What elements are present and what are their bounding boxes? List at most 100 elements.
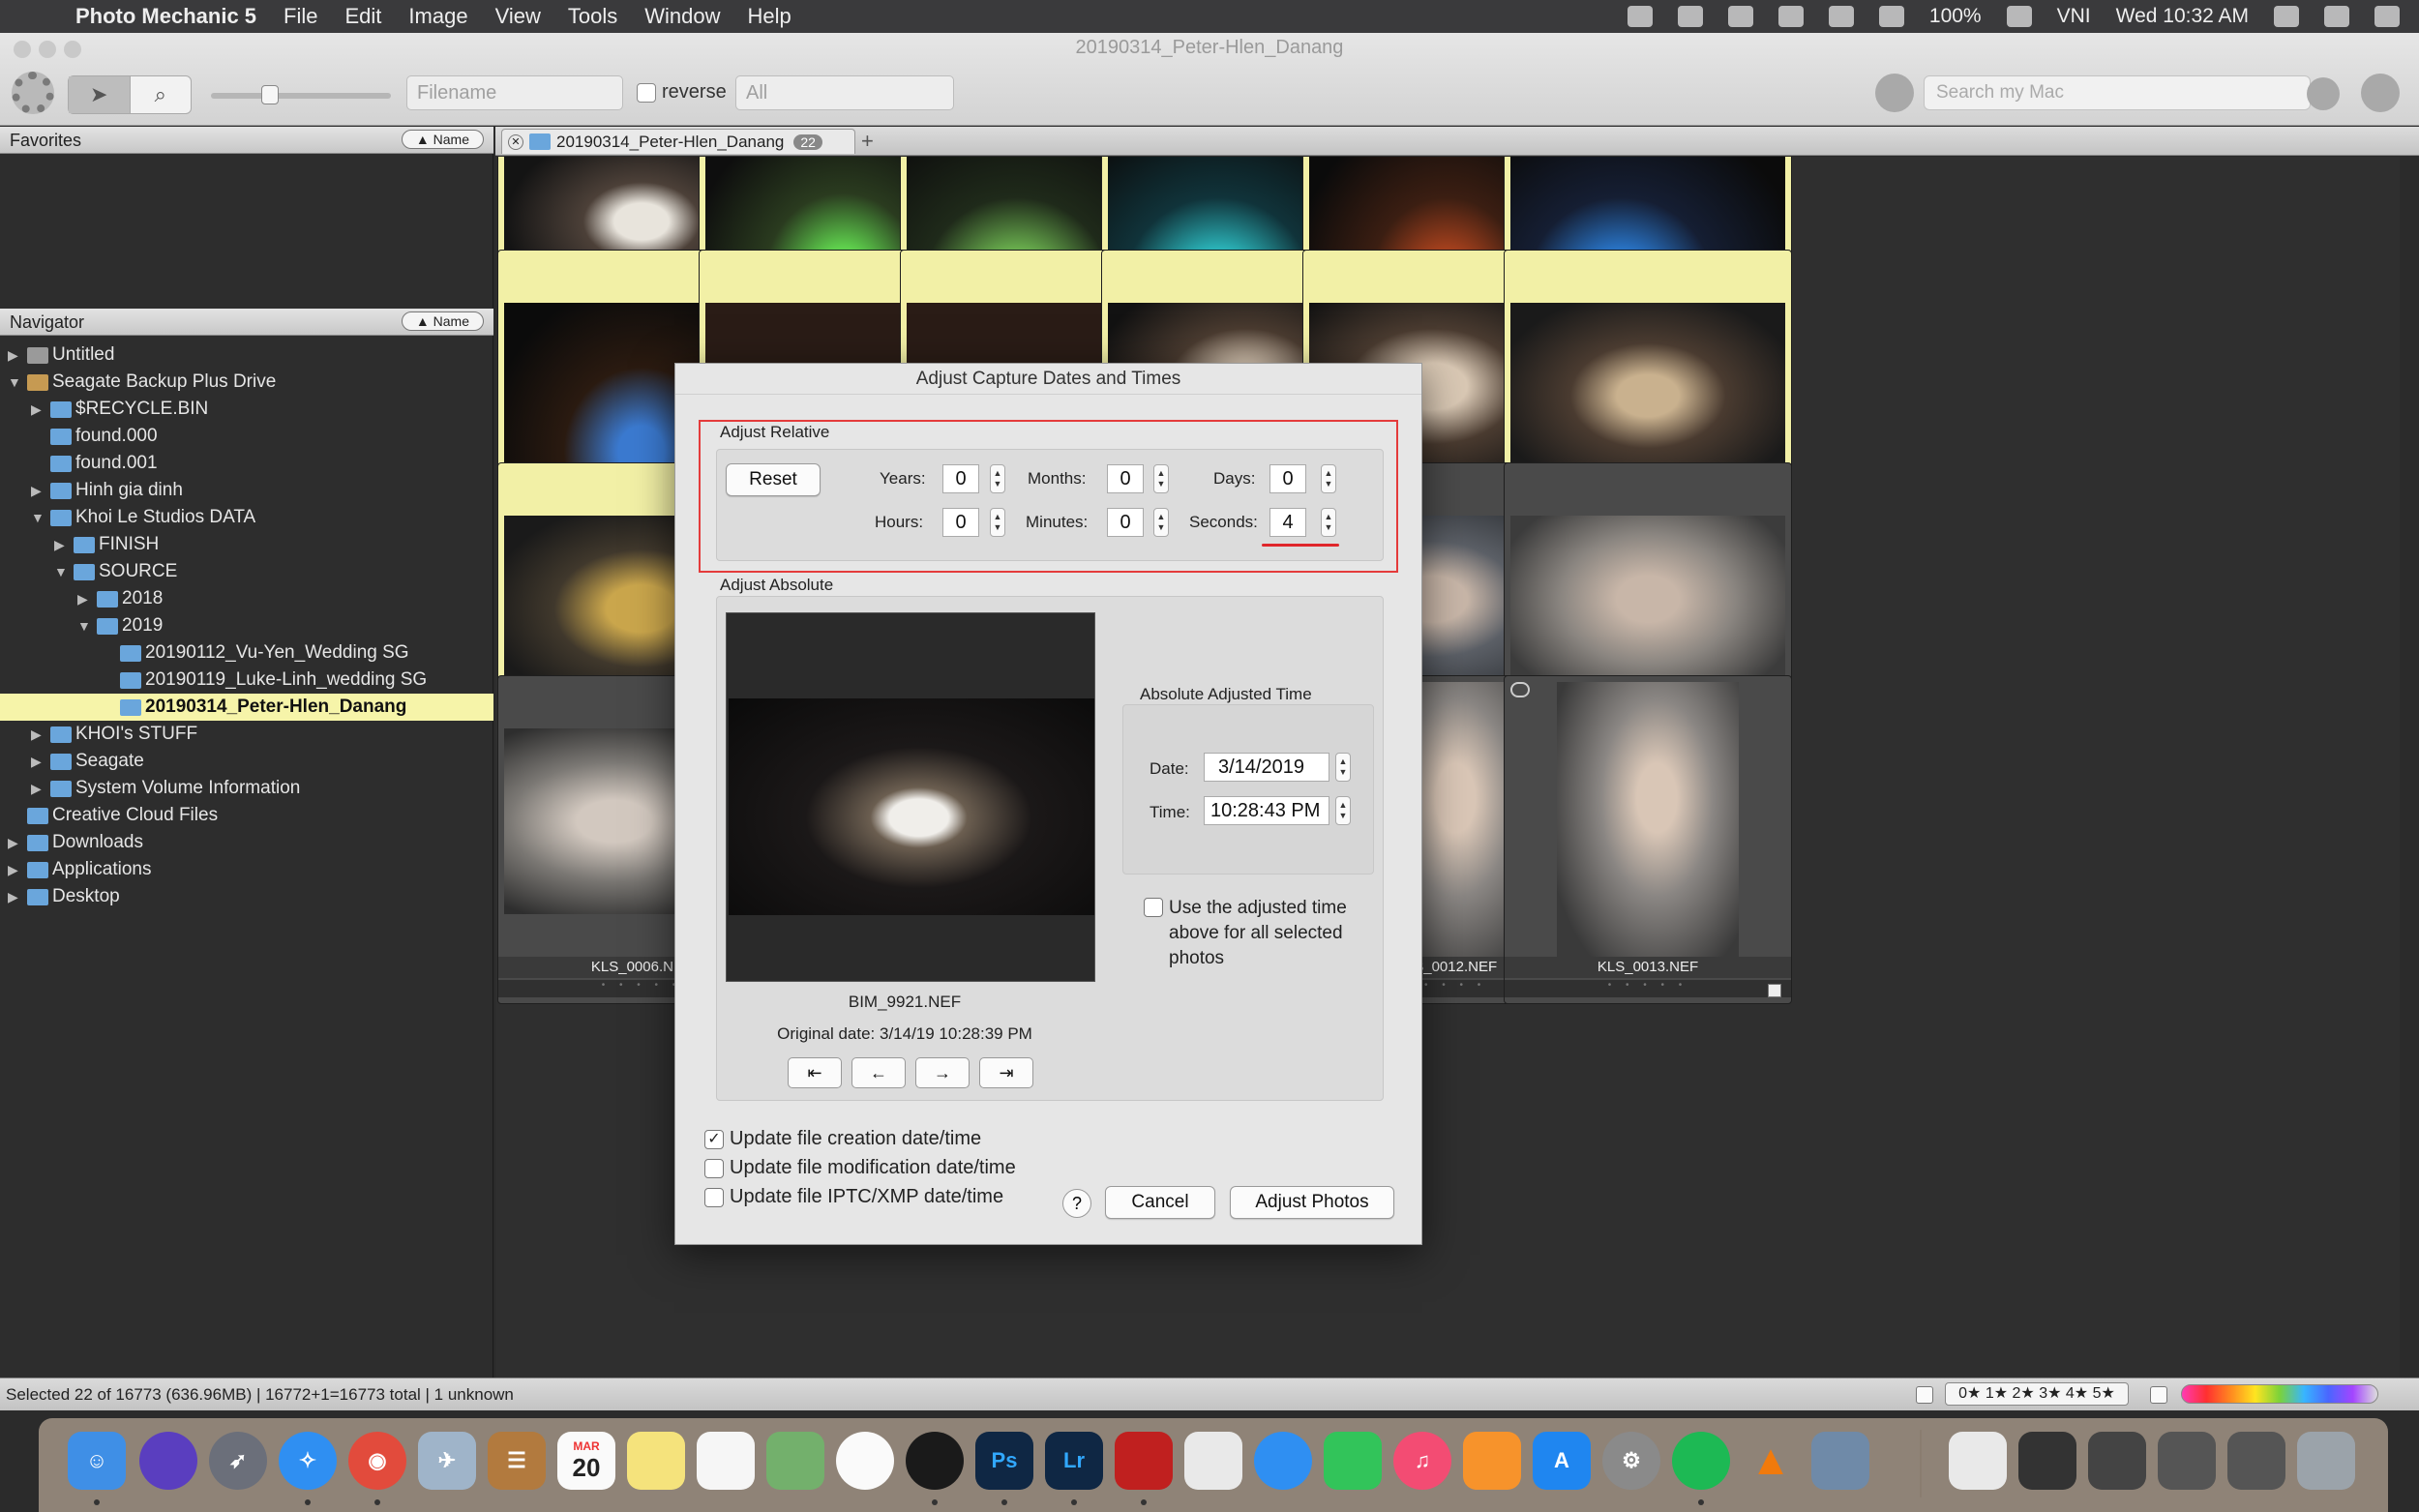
tree-item-system-volume[interactable]: ▶ System Volume Information xyxy=(0,775,493,802)
tree-item-khoi-le-studios[interactable]: ▼ Khoi Le Studios DATA xyxy=(0,504,493,531)
mail-icon[interactable]: ✈ xyxy=(418,1432,476,1490)
tree-item-untitled[interactable]: ▶ Untitled xyxy=(0,341,493,369)
lightroom-icon[interactable]: Lr xyxy=(1045,1432,1103,1490)
days-stepper[interactable]: ▲ ▼ xyxy=(1321,464,1336,493)
upload-icon[interactable] xyxy=(2361,74,2400,112)
menu-file[interactable]: File xyxy=(284,4,317,29)
color-wheel-icon[interactable] xyxy=(906,1432,964,1490)
tree-item-found-000[interactable]: found.000 xyxy=(0,423,493,450)
rotate-icon[interactable] xyxy=(1510,682,1530,697)
update-creation-checkbox[interactable]: ✓ xyxy=(704,1130,724,1149)
app-store-icon[interactable]: A xyxy=(1533,1432,1591,1490)
maps-icon[interactable] xyxy=(766,1432,824,1490)
menubar-clock[interactable]: Wed 10:32 AM xyxy=(2116,5,2249,28)
thumbnail-image[interactable] xyxy=(1510,516,1785,701)
calendar-icon[interactable]: MAR 20 xyxy=(557,1432,615,1490)
siri-icon[interactable] xyxy=(139,1432,197,1490)
close-tab-icon[interactable]: ✕ xyxy=(508,133,523,150)
thumbnail-cell[interactable]: KLS_0013.NEF • • • • • xyxy=(1504,675,1792,1004)
vlc-icon[interactable]: ▲ xyxy=(1742,1432,1800,1490)
input-source[interactable]: VNI xyxy=(2057,5,2091,28)
messenger-icon[interactable] xyxy=(1254,1432,1312,1490)
hours-field[interactable]: 0 xyxy=(942,508,979,537)
tree-item-finish[interactable]: ▶ FINISH xyxy=(0,531,493,558)
gear-icon[interactable] xyxy=(12,72,54,114)
thumbnail-image[interactable] xyxy=(1557,682,1739,972)
arrow-tool-icon[interactable]: ➤ xyxy=(69,76,131,113)
drive-icon[interactable] xyxy=(1727,6,1753,27)
previous-photo-button[interactable]: ← xyxy=(851,1057,906,1088)
minimized-window-icon[interactable] xyxy=(2158,1432,2216,1490)
tree-item-found-001[interactable]: found.001 xyxy=(0,450,493,477)
days-field[interactable]: 0 xyxy=(1269,464,1306,493)
trash-icon[interactable] xyxy=(2297,1432,2355,1490)
tag-checkbox[interactable] xyxy=(1768,984,1781,997)
shield-icon[interactable] xyxy=(1777,6,1804,27)
rating-filter-checkbox[interactable] xyxy=(1916,1386,1933,1404)
tree-item-2018[interactable]: ▶ 2018 xyxy=(0,585,493,612)
time-field[interactable]: 10:28:43 PM xyxy=(1204,796,1329,825)
notification-center-icon[interactable] xyxy=(2374,6,2400,27)
navigator-sort-button[interactable]: ▲ Name xyxy=(401,311,484,331)
help-button[interactable]: ? xyxy=(1062,1189,1091,1218)
disclosure-icon[interactable]: ▼ xyxy=(54,564,68,579)
tree-item-seagate[interactable]: ▶ Seagate xyxy=(0,748,493,775)
disclosure-icon[interactable]: ▶ xyxy=(8,862,21,878)
disclosure-icon[interactable]: ▶ xyxy=(77,591,91,608)
update-iptc-checkbox[interactable] xyxy=(704,1188,724,1207)
battery-icon[interactable] xyxy=(2006,6,2032,27)
minimized-window-icon[interactable] xyxy=(2088,1432,2146,1490)
months-field[interactable]: 0 xyxy=(1107,464,1144,493)
color-filter-checkbox[interactable] xyxy=(2150,1386,2167,1404)
system-preferences-icon[interactable]: ⚙ xyxy=(1602,1432,1660,1490)
reset-button[interactable]: Reset xyxy=(726,463,821,496)
thumbnail-size-slider[interactable] xyxy=(211,85,391,104)
siri-icon[interactable] xyxy=(2324,6,2349,27)
thumbnail-image[interactable] xyxy=(1510,303,1785,489)
menu-window[interactable]: Window xyxy=(644,4,720,29)
rating-filter[interactable]: 0★ 1★ 2★ 3★ 4★ 5★ xyxy=(1945,1382,2129,1406)
months-stepper[interactable]: ▲ ▼ xyxy=(1153,464,1169,493)
spotify-icon[interactable] xyxy=(1672,1432,1730,1490)
image-capture-icon[interactable] xyxy=(1811,1432,1869,1490)
safari-icon[interactable]: ✧ xyxy=(279,1432,337,1490)
disclosure-icon[interactable]: ▶ xyxy=(31,401,45,418)
sort-select[interactable]: Filename xyxy=(406,75,623,110)
contacts-icon[interactable]: ☰ xyxy=(488,1432,546,1490)
sq-app-icon[interactable] xyxy=(1184,1432,1242,1490)
battery-percent[interactable]: 100% xyxy=(1929,5,1982,28)
menu-tools[interactable]: Tools xyxy=(568,4,617,29)
years-stepper[interactable]: ▲ ▼ xyxy=(990,464,1005,493)
tree-item-downloads[interactable]: ▶ Downloads xyxy=(0,829,493,856)
tree-item-vu-yen[interactable]: 20190112_Vu-Yen_Wedding SG xyxy=(0,639,493,667)
magnifier-tool-icon[interactable]: ⌕ xyxy=(131,76,192,113)
status-icon[interactable] xyxy=(1627,6,1653,27)
minimized-window-icon[interactable] xyxy=(2227,1432,2285,1490)
wifi-icon[interactable] xyxy=(1878,6,1904,27)
spinner-icon[interactable] xyxy=(2307,77,2340,110)
disclosure-icon[interactable]: ▶ xyxy=(54,537,68,553)
last-photo-button[interactable]: ⇥ xyxy=(979,1057,1033,1088)
tab-peter-hlen[interactable]: ✕ 20190314_Peter-Hlen_Danang 22 xyxy=(501,129,855,154)
time-machine-icon[interactable] xyxy=(1828,6,1854,27)
chrome-icon[interactable]: ◉ xyxy=(348,1432,406,1490)
color-class-filter[interactable] xyxy=(2181,1384,2378,1404)
facetime-icon[interactable] xyxy=(1324,1432,1382,1490)
disclosure-icon[interactable]: ▼ xyxy=(8,374,21,390)
years-field[interactable]: 0 xyxy=(942,464,979,493)
hours-stepper[interactable]: ▲ ▼ xyxy=(990,508,1005,537)
photo-mechanic-icon[interactable] xyxy=(1115,1432,1173,1490)
finder-icon[interactable]: ☺ xyxy=(68,1432,126,1490)
favorites-sort-button[interactable]: ▲ Name xyxy=(401,130,484,149)
search-input[interactable]: Search my Mac xyxy=(1924,75,2311,110)
tree-item-peter-hlen[interactable]: 20190314_Peter-Hlen_Danang xyxy=(0,694,493,721)
slider-knob[interactable] xyxy=(261,85,279,104)
time-stepper[interactable]: ▲ ▼ xyxy=(1335,796,1351,825)
reminders-icon[interactable] xyxy=(697,1432,755,1490)
menu-edit[interactable]: Edit xyxy=(345,4,382,29)
disclosure-icon[interactable]: ▶ xyxy=(31,726,45,743)
star-rating[interactable]: • • • • • xyxy=(1505,980,1791,997)
tree-item-seagate-backup[interactable]: ▼ Seagate Backup Plus Drive xyxy=(0,369,493,396)
spotlight-icon[interactable] xyxy=(2274,6,2299,27)
disclosure-icon[interactable]: ▶ xyxy=(8,347,21,364)
